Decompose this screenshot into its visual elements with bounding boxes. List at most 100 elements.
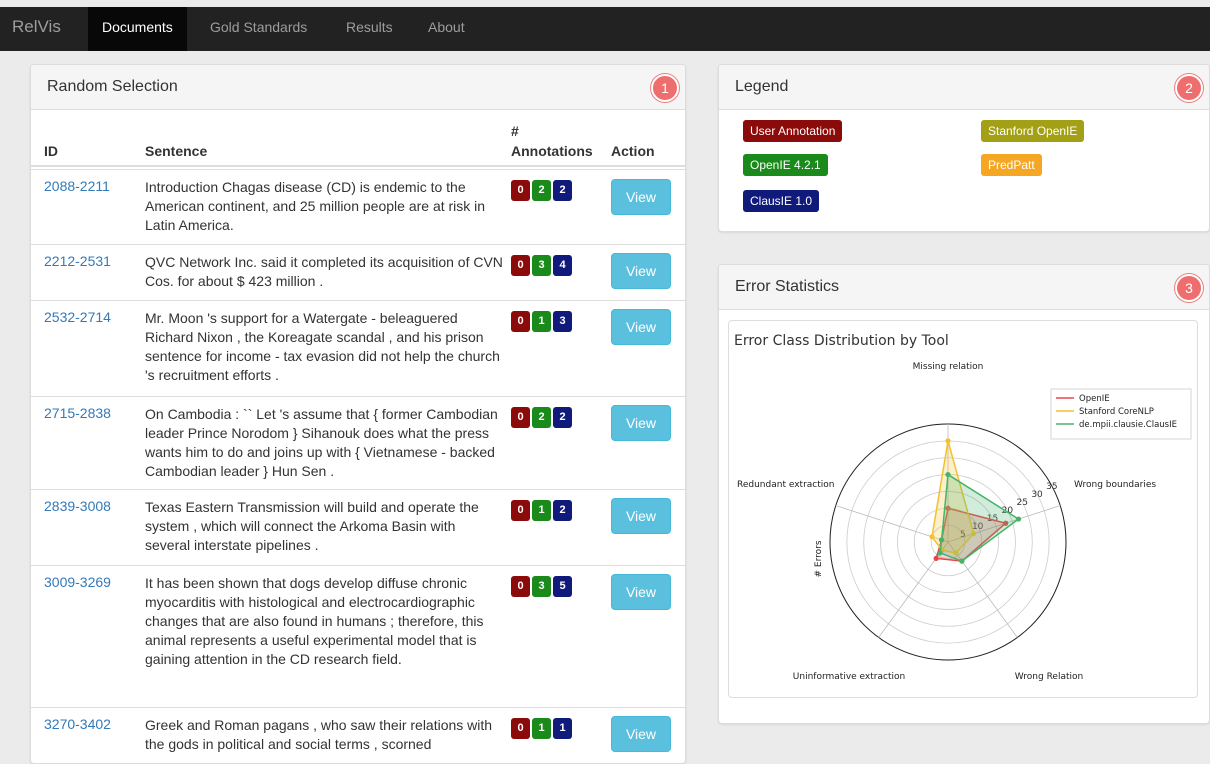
user-annotation-count: 0 (511, 718, 530, 739)
nav-about[interactable]: About (414, 7, 479, 51)
table-row: 2839-3008 Texas Eastern Transmission will… (31, 489, 685, 565)
clausie-count: 1 (553, 718, 572, 739)
view-button[interactable]: View (611, 574, 671, 610)
error-statistics-panel: Error Statistics 3 Error Class Distribut… (718, 264, 1210, 724)
user-annotation-count: 0 (511, 407, 530, 428)
table-header: ID Sentence # Annotations Action (31, 111, 685, 167)
annotation-counts: 012 (511, 500, 574, 521)
legend-series-label: OpenIE (1079, 394, 1110, 404)
legend-clausie: ClausIE 1.0 (743, 190, 820, 212)
openie-count: 1 (532, 718, 551, 739)
view-button[interactable]: View (611, 309, 671, 345)
data-point (929, 534, 935, 540)
chart-title: Error Class Distribution by Tool (734, 333, 949, 349)
nav-documents[interactable]: Documents (88, 7, 187, 51)
y-axis-label: # Errors (814, 540, 824, 577)
step-badge: 1 (651, 74, 679, 102)
header-annotations-hash: # (511, 123, 519, 139)
table-row: 3009-3269 It has been shown that dogs dev… (31, 565, 685, 707)
step-badge: 2 (1175, 74, 1203, 102)
document-id-link[interactable]: 2839-3008 (44, 498, 111, 514)
category-label: Missing relation (913, 362, 984, 372)
document-id-link[interactable]: 3009-3269 (44, 574, 111, 590)
clausie-count: 4 (553, 255, 572, 276)
clausie-count: 5 (553, 576, 572, 597)
step-badge: 3 (1175, 274, 1203, 302)
openie-count: 1 (532, 311, 551, 332)
table-row: 2532-2714 Mr. Moon 's support for a Water… (31, 300, 685, 396)
data-point (945, 471, 951, 478)
nav-gold-standards[interactable]: Gold Standards (196, 7, 321, 51)
document-id-link[interactable]: 2715-2838 (44, 405, 111, 421)
category-label: Redundant extraction (737, 480, 834, 490)
sentence-text: QVC Network Inc. said it completed its a… (145, 254, 503, 289)
header-action: Action (611, 143, 655, 159)
user-annotation-count: 0 (511, 576, 530, 597)
legend-user-annotation: User Annotation (743, 120, 843, 142)
document-id-link[interactable]: 3270-3402 (44, 716, 111, 732)
view-button[interactable]: View (611, 405, 671, 441)
document-id-link[interactable]: 2088-2211 (44, 178, 110, 194)
sentence-text: Mr. Moon 's support for a Watergate - be… (145, 310, 500, 383)
annotation-counts: 035 (511, 576, 574, 597)
panel-heading: Random Selection 1 (31, 65, 685, 110)
data-point (938, 537, 945, 543)
view-button[interactable]: View (611, 179, 671, 215)
view-button[interactable]: View (611, 253, 671, 289)
radial-tick-label: 35 (1046, 482, 1057, 492)
user-annotation-count: 0 (511, 500, 530, 521)
openie-count: 2 (532, 407, 551, 428)
header-id: ID (44, 143, 58, 159)
radar-chart-container: Error Class Distribution by Tool 5 10 15 20 2… (728, 320, 1198, 698)
document-id-link[interactable]: 2212-2531 (44, 253, 111, 269)
legend-series-label: de.mpii.clausie.ClausIE (1079, 420, 1177, 430)
annotation-counts: 011 (511, 718, 574, 739)
panel-title: Error Statistics (735, 278, 840, 295)
legend-series-label: Stanford CoreNLP (1079, 407, 1154, 417)
clausie-count: 3 (553, 311, 572, 332)
panel-heading: Legend 2 (719, 65, 1209, 110)
header-sentence: Sentence (145, 143, 208, 159)
user-annotation-count: 0 (511, 255, 530, 276)
table-row: 2212-2531 QVC Network Inc. said it comple… (31, 244, 685, 300)
category-label: Uninformative extraction (793, 672, 905, 682)
annotation-counts: 022 (511, 180, 574, 201)
radial-tick-label: 25 (1016, 498, 1027, 508)
view-button[interactable]: View (611, 716, 671, 752)
sentence-text: On Cambodia : `` Let 's assume that { fo… (145, 406, 498, 479)
top-navbar: RelVis Documents Gold Standards Results … (0, 7, 1210, 51)
annotation-counts: 013 (511, 311, 574, 332)
sentence-text: Greek and Roman pagans , who saw their r… (145, 717, 493, 752)
data-point (933, 555, 939, 561)
sentence-text: Introduction Chagas disease (CD) is ende… (145, 179, 486, 233)
radar-chart: Error Class Distribution by Tool51015202… (734, 333, 1192, 682)
legend-stanford-openie: Stanford OpenIE (981, 120, 1085, 142)
clausie-count: 2 (553, 180, 572, 201)
openie-count: 1 (532, 500, 551, 521)
brand-logo[interactable]: RelVis (12, 7, 61, 51)
data-point (1015, 516, 1022, 522)
random-selection-panel: Random Selection 1 ID Sentence # Annotat… (30, 64, 686, 764)
panel-title: Legend (735, 78, 789, 95)
sentence-text: It has been shown that dogs develop diff… (145, 575, 484, 667)
annotation-counts: 022 (511, 407, 574, 428)
nav-results[interactable]: Results (332, 7, 407, 51)
header-annotations: Annotations (511, 143, 593, 159)
category-label: Wrong Relation (1015, 672, 1083, 682)
panel-title: Random Selection (47, 78, 178, 95)
legend-openie: OpenIE 4.2.1 (743, 154, 828, 176)
clausie-count: 2 (553, 407, 572, 428)
category-label: Wrong boundaries (1074, 480, 1156, 490)
data-point (937, 550, 943, 556)
document-id-link[interactable]: 2532-2714 (44, 309, 111, 325)
series-area (939, 473, 1020, 562)
user-annotation-count: 0 (511, 311, 530, 332)
openie-count: 3 (532, 576, 551, 597)
data-point (959, 558, 965, 564)
user-annotation-count: 0 (511, 180, 530, 201)
panel-heading: Error Statistics 3 (719, 265, 1209, 310)
sentence-text: Texas Eastern Transmission will build an… (145, 499, 479, 553)
legend-predpatt: PredPatt (981, 154, 1042, 176)
table-row: 2088-2211 Introduction Chagas disease (CD… (31, 169, 685, 244)
view-button[interactable]: View (611, 498, 671, 534)
